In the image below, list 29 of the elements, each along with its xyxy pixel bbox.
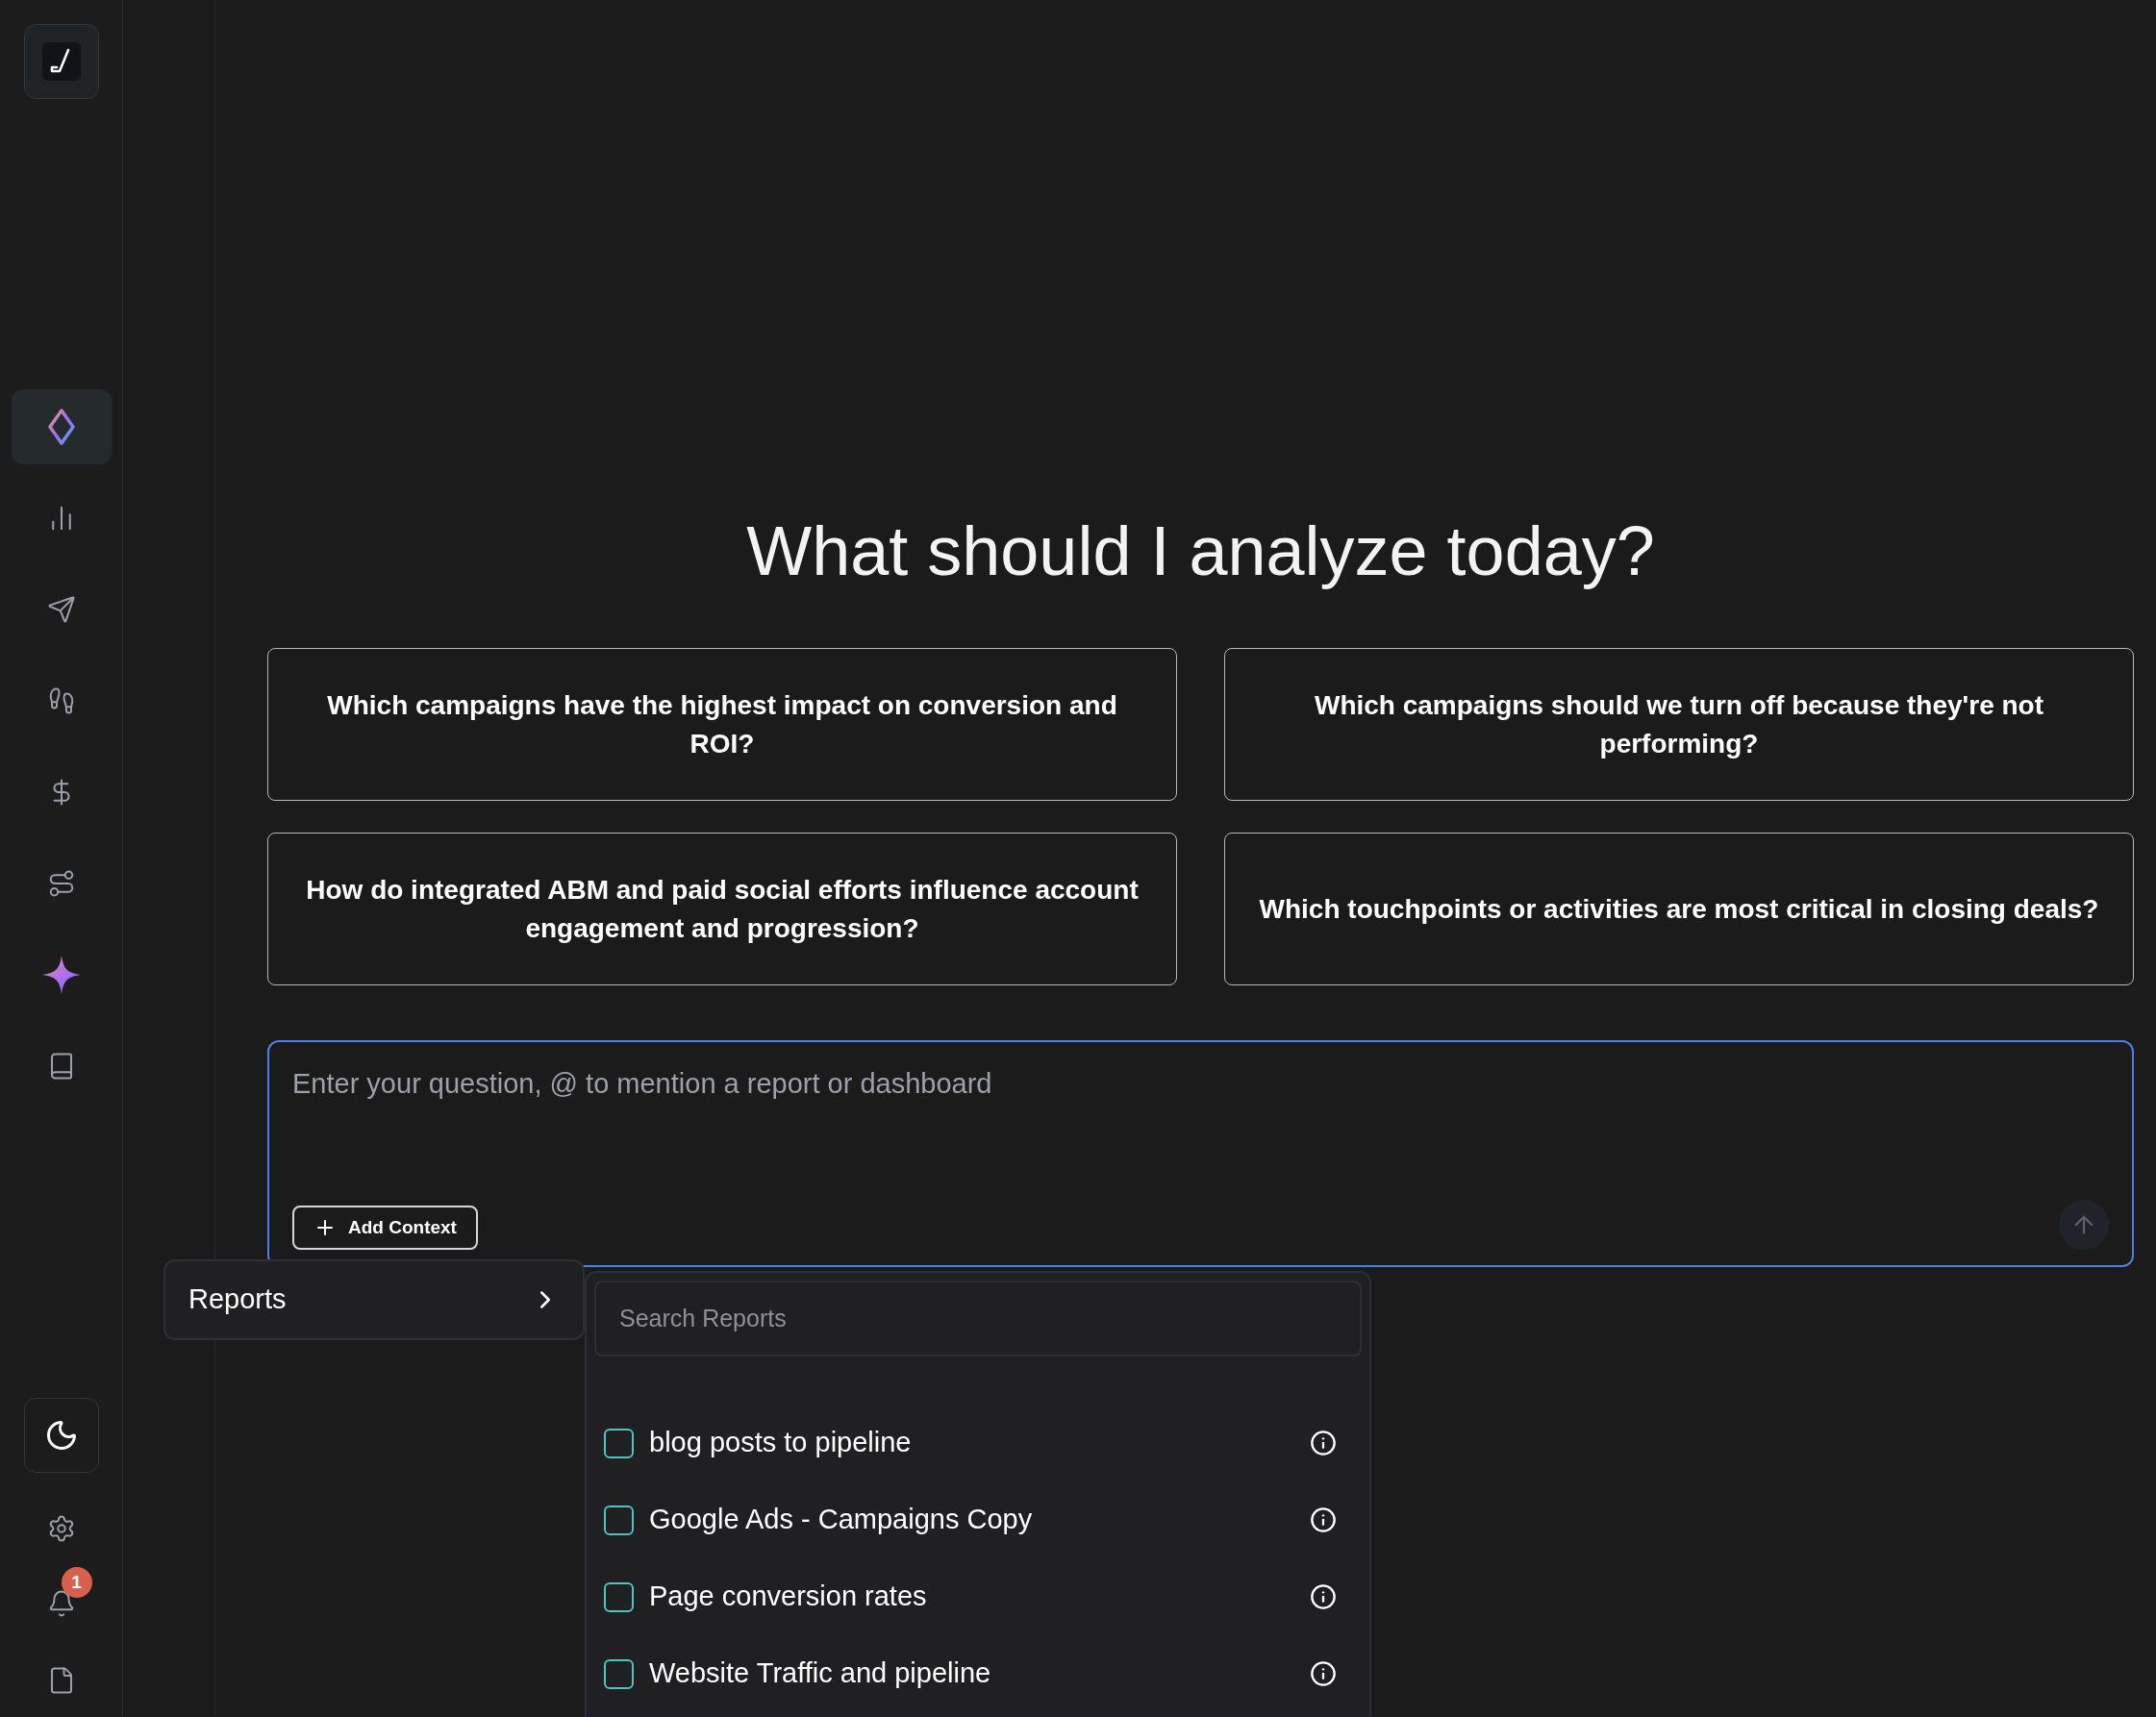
- suggestion-card[interactable]: Which campaigns should we turn off because they're not performing?: [1224, 648, 2134, 802]
- report-name[interactable]: Google Ads - Campaigns Copy: [649, 1499, 1033, 1541]
- report-name[interactable]: blog posts to pipeline: [649, 1422, 912, 1464]
- info-icon[interactable]: [1310, 1660, 1337, 1687]
- notification-badge: 1: [61, 1567, 92, 1598]
- menu-item[interactable]: Reports: [165, 1261, 583, 1338]
- suggestion-card[interactable]: How do integrated ABM and paid social efforts influence account engagement and progression?: [267, 833, 1177, 986]
- checkbox[interactable]: [604, 1581, 634, 1612]
- add-context-button[interactable]: Add Context: [292, 1206, 478, 1251]
- info-icon[interactable]: [1310, 1506, 1337, 1533]
- menu-item-label: Reports: [188, 1282, 287, 1317]
- search-field[interactable]: Search Reports: [594, 1281, 1362, 1356]
- report-name[interactable]: Page conversion rates: [649, 1576, 927, 1618]
- checkbox[interactable]: [604, 1505, 634, 1535]
- page-heading: What should I analyze today?: [745, 511, 1656, 591]
- question-input[interactable]: Enter your question, @ to mention a report or dashboard: [292, 1063, 2109, 1122]
- suggestion-card[interactable]: Which campaigns have the highest impact on conversion and ROI?: [267, 648, 1177, 802]
- notifications-button[interactable]: 1: [41, 1567, 92, 1623]
- logo-icon: [41, 42, 81, 81]
- report-name[interactable]: Website Traffic and pipeline: [649, 1653, 991, 1695]
- paper-plane-icon: [46, 595, 76, 624]
- checkbox[interactable]: [604, 1658, 634, 1689]
- info-icon[interactable]: [1310, 1430, 1337, 1456]
- suggestion-card[interactable]: Which touchpoints or activities are most critical in closing deals?: [1224, 833, 2134, 986]
- theme-toggle[interactable]: [23, 1398, 99, 1473]
- nav-item[interactable]: [11, 389, 112, 464]
- diamond-icon: [46, 408, 76, 446]
- checkbox[interactable]: [604, 1428, 634, 1458]
- info-icon[interactable]: [1310, 1583, 1337, 1610]
